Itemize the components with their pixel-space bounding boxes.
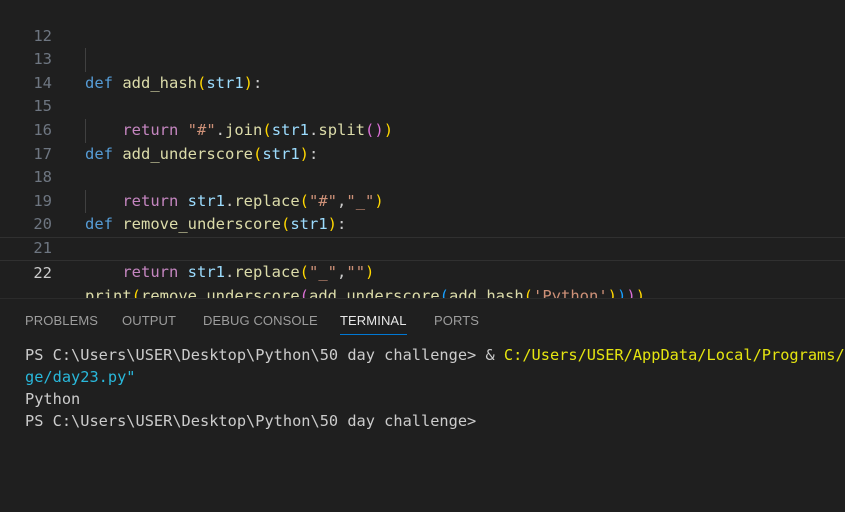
function-token: add_underscore (309, 287, 440, 298)
code-line[interactable]: 15 (0, 72, 845, 115)
code-text: print(remove_underscore(add_underscore(a… (85, 285, 645, 298)
code-line[interactable]: 21 (0, 213, 845, 257)
panel-tab-bar: PROBLEMS OUTPUT DEBUG CONSOLE TERMINAL P… (0, 299, 845, 341)
tab-output[interactable]: OUTPUT (122, 313, 176, 328)
indent-guide (85, 189, 86, 214)
string-token: 'Python' (533, 287, 608, 298)
terminal-view[interactable]: PS C:\Users\USER\Desktop\Python\50 day c… (0, 342, 845, 512)
code-line[interactable]: 17 return str1.replace("#","_") (0, 119, 845, 210)
terminal-script-path: ge/day23.py" (25, 368, 136, 386)
code-text: return str1.replace("_","") (122, 262, 375, 281)
terminal-command-path: C:/Users/USER/AppData/Local/Programs/Py (503, 346, 845, 364)
terminal-output-line: Python (25, 390, 81, 408)
code-line[interactable]: 20 return str1.replace("_","") (0, 189, 845, 281)
tab-terminal-label: TERMINAL (340, 313, 407, 328)
function-token: remove_underscore (141, 287, 300, 298)
variable-token: str1 (187, 262, 225, 281)
keyword-token: return (122, 262, 179, 281)
string-token: "_" (309, 262, 338, 281)
line-number: 22 (33, 263, 52, 282)
indent-guide (85, 119, 86, 143)
function-token: replace (234, 262, 300, 281)
code-line[interactable]: 18 (0, 143, 845, 186)
terminal-line: ge/day23.py" (25, 366, 136, 388)
terminal-prompt-line: PS C:\Users\USER\Desktop\Python\50 day c… (25, 412, 477, 430)
tab-ports[interactable]: PORTS (434, 313, 479, 328)
current-code-line[interactable]: 22 print(remove_underscore(add_underscor… (0, 237, 845, 298)
tab-terminal[interactable]: TERMINAL (340, 313, 407, 335)
call-operator: & (485, 346, 504, 364)
terminal-prompt: PS C:\Users\USER\Desktop\Python\50 day c… (25, 346, 486, 364)
code-editor[interactable]: 12 13 def add_hash(str1): 14 return "#".… (0, 0, 845, 298)
terminal-line: PS C:\Users\USER\Desktop\Python\50 day c… (25, 344, 845, 366)
indent-guide (85, 48, 86, 72)
function-token: print (85, 287, 132, 298)
code-line[interactable]: 13 def add_hash(str1): (0, 25, 845, 92)
code-line[interactable]: 12 (0, 1, 845, 45)
vscode-window: 12 13 def add_hash(str1): 14 return "#".… (0, 0, 845, 512)
code-line[interactable]: 16 def add_underscore(str1): (0, 95, 845, 163)
function-token: add_hash (449, 287, 524, 298)
tab-debug-console[interactable]: DEBUG CONSOLE (203, 313, 318, 328)
code-line[interactable]: 19 def remove_underscore(str1): (0, 166, 845, 234)
tab-problems[interactable]: PROBLEMS (25, 313, 98, 328)
active-tab-indicator (340, 334, 407, 335)
code-line[interactable]: 14 return "#".join(str1.split()) (0, 48, 845, 139)
string-token: "" (346, 262, 366, 281)
